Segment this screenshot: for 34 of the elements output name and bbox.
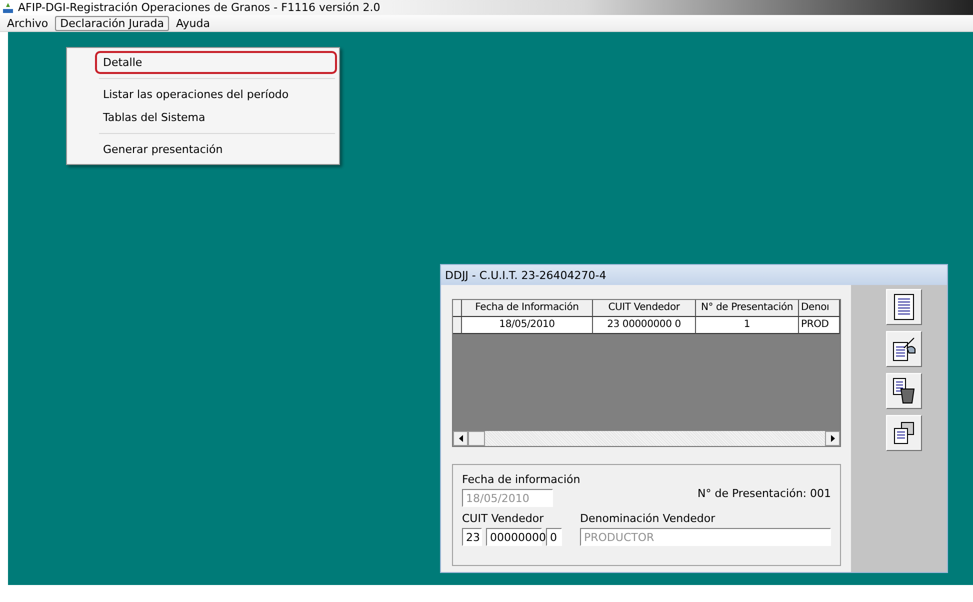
scroll-right-icon[interactable]	[825, 431, 840, 446]
dialog-title: DDJJ - C.U.I.T. 23-26404270-4	[445, 268, 606, 282]
field-label: CUIT Vendedor	[462, 512, 545, 525]
column-header[interactable]: N° de Presentación	[696, 300, 799, 317]
document-icon[interactable]	[886, 289, 922, 325]
horizontal-scrollbar[interactable]	[453, 431, 840, 446]
column-header[interactable]: Fecha de Información	[462, 300, 593, 317]
presentation-number: N° de Presentación: 001	[698, 486, 831, 500]
menu-item[interactable]: Detalle	[95, 51, 337, 74]
edit-document-icon[interactable]	[886, 331, 922, 367]
field-label: Fecha de información	[462, 473, 582, 486]
row-header[interactable]	[453, 300, 462, 317]
table-cell: 23 00000000 0	[593, 317, 696, 334]
row-header[interactable]	[453, 317, 462, 334]
menu-item[interactable]: Listar las operaciones del período	[95, 83, 337, 106]
menu-item[interactable]: Ayuda	[170, 16, 215, 30]
menu-item[interactable]: Declaración Jurada	[55, 16, 169, 30]
table-cell: PROD	[799, 317, 840, 334]
menu-item[interactable]: Tablas del Sistema	[95, 106, 337, 129]
column-header[interactable]: CUIT Vendedor	[593, 300, 696, 317]
column-header[interactable]: Denoı	[799, 300, 840, 317]
field-label: Denominación Vendedor	[580, 512, 716, 525]
delete-document-icon[interactable]	[886, 373, 922, 409]
menu-item[interactable]: Archivo	[2, 16, 54, 30]
table-cell: 18/05/2010	[462, 317, 593, 334]
menu-item[interactable]: Generar presentación	[95, 138, 337, 161]
cuit-field[interactable]: 0	[546, 528, 562, 546]
cuit-field[interactable]: 23	[462, 528, 482, 546]
scroll-thumb[interactable]	[468, 431, 485, 446]
window-title: AFIP-DGI-Registración Operaciones de Granos - F1116 versión 2.0	[18, 1, 380, 14]
scroll-left-icon[interactable]	[453, 431, 468, 446]
app-icon	[2, 2, 14, 14]
table-cell: 1	[696, 317, 799, 334]
copy-document-icon[interactable]	[886, 415, 922, 451]
